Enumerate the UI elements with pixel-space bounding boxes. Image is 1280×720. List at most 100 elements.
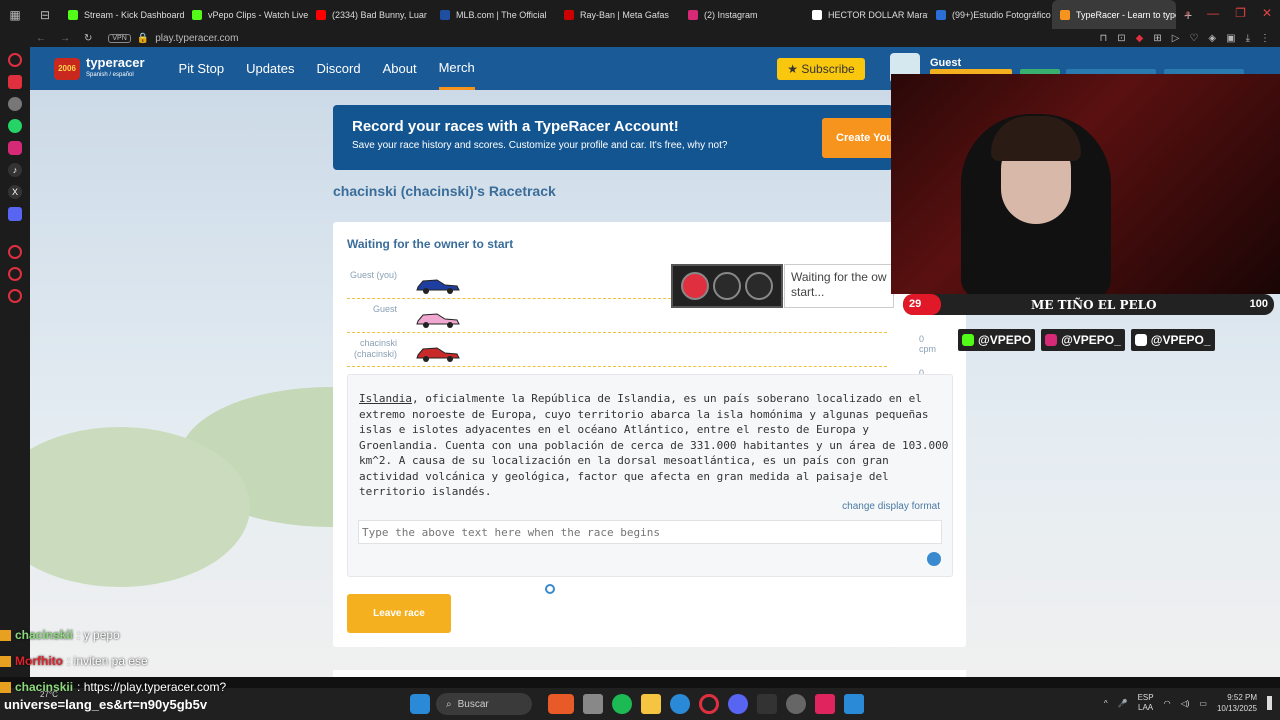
browser-tab[interactable]: (99+)Estudio Fotográfico <box>928 0 1052 29</box>
clock[interactable]: 9:52 PM 10/13/2025 <box>1217 692 1257 714</box>
red-light-icon <box>681 272 709 300</box>
search-tabs-icon[interactable]: ⌕ <box>1184 6 1191 21</box>
tab-favicon-icon <box>1060 9 1070 20</box>
minimize-button[interactable]: — <box>1207 6 1219 21</box>
race-status: Waiting for the owner to start <box>347 237 514 251</box>
notepad-icon[interactable] <box>844 694 864 714</box>
notification-icon[interactable] <box>1267 696 1272 710</box>
opera-icon[interactable] <box>8 53 22 67</box>
tiktok-app-icon[interactable] <box>815 694 835 714</box>
tiktok-handle-text: @VPEPO_ <box>1150 333 1211 347</box>
pinboard-icon[interactable] <box>8 267 22 281</box>
window-menu-icon[interactable]: ▦ <box>0 0 30 29</box>
nav-updates[interactable]: Updates <box>246 47 294 90</box>
play-icon[interactable]: ▷ <box>1172 33 1180 44</box>
close-window-button[interactable]: ✕ <box>1262 6 1272 21</box>
history-icon[interactable] <box>8 245 22 259</box>
tab-title: Stream - Kick Dashboard <box>84 9 184 20</box>
create-account-button[interactable]: Create Your <box>822 118 902 158</box>
discord-icon[interactable] <box>8 207 22 221</box>
forward-button[interactable]: → <box>60 33 70 44</box>
kick-handle-text: @VPEPO <box>978 333 1032 347</box>
aria-icon[interactable] <box>8 75 22 89</box>
app-icon[interactable] <box>757 694 777 714</box>
wallet-icon[interactable]: ▣ <box>1226 33 1235 44</box>
extension-icon[interactable]: ⊞ <box>1153 33 1161 44</box>
windows-start-icon[interactable] <box>410 694 430 714</box>
discord-icon[interactable] <box>728 694 748 714</box>
nav-discord[interactable]: Discord <box>317 47 361 90</box>
tab-list: Stream - Kick Dashboard vPepo Clips - Wat… <box>60 0 1176 29</box>
browser-tab[interactable]: (2334) Bad Bunny, Luar <box>308 0 432 29</box>
chatgpt-icon[interactable] <box>8 97 22 111</box>
tab-title: HECTOR DOLLAR Maraton <box>828 9 928 20</box>
stream-chat: chacinskii: y pepo Morfhito: inviten pa e… <box>0 622 226 700</box>
search-label: Buscar <box>457 698 489 710</box>
browser-tab[interactable]: MLB.com | The Official <box>432 0 556 29</box>
settings-icon[interactable] <box>786 694 806 714</box>
browser-tab[interactable]: (2) Instagram <box>680 0 804 29</box>
menu-icon[interactable]: ⋮ <box>1260 33 1270 44</box>
tray-overflow-icon[interactable]: ^ <box>1104 699 1108 708</box>
goal-bar: 29 ME TIÑO EL PELO 100 <box>903 294 1274 315</box>
battery-icon[interactable]: ▭ <box>1199 699 1207 708</box>
chat-username: chacinskii <box>15 628 74 642</box>
language-code: ESP <box>1137 693 1154 702</box>
language-indicator[interactable]: ESP LAA <box>1138 693 1154 713</box>
nav-merch[interactable]: Merch <box>438 47 475 90</box>
instagram-icon[interactable] <box>8 141 22 155</box>
badge-icon <box>0 629 11 641</box>
light-icon <box>713 272 741 300</box>
tiktok-icon[interactable]: ♪ <box>8 163 22 177</box>
goal-label: ME TIÑO EL PELO <box>1031 298 1157 312</box>
tab-favicon-icon <box>316 9 326 20</box>
taskbar-search[interactable]: ⌕ Buscar <box>436 693 532 715</box>
whatsapp-icon[interactable] <box>8 119 22 133</box>
wifi-icon[interactable]: ◠ <box>1164 699 1171 708</box>
browser-tab[interactable]: TypeRacer - Learn to type✕ <box>1052 0 1176 29</box>
tab-favicon-icon <box>688 9 698 20</box>
download-icon[interactable]: ⤓ <box>1246 33 1250 44</box>
microphone-icon[interactable]: 🎤 <box>1118 699 1128 708</box>
browser-sidebar: ♪ X <box>0 47 30 677</box>
task-view-icon[interactable] <box>583 694 603 714</box>
goal-target: 100 <box>1249 298 1268 310</box>
url-field[interactable]: VPN 🔒 play.typeracer.com <box>108 33 238 44</box>
subscribe-button[interactable]: ★ Subscribe <box>777 58 865 80</box>
browser-tab[interactable]: HECTOR DOLLAR Maraton <box>804 0 928 29</box>
shield-icon[interactable]: ◆ <box>1136 33 1144 44</box>
racer-car-icon <box>415 344 461 362</box>
tab-title: (99+)Estudio Fotográfico <box>952 9 1051 20</box>
pinned-apps <box>548 694 864 714</box>
file-explorer-icon[interactable] <box>641 694 661 714</box>
change-display-format-link[interactable]: change display format <box>842 501 940 512</box>
back-button[interactable]: ← <box>36 33 46 44</box>
maximize-button[interactable]: ❐ <box>1235 6 1246 21</box>
spotify-icon[interactable] <box>612 694 632 714</box>
browser-tab[interactable]: vPepo Clips - Watch Live <box>184 0 308 29</box>
tab-favicon-icon <box>192 9 202 20</box>
bookmark-icon[interactable]: ⊓ <box>1099 33 1107 44</box>
browser-tab[interactable]: Stream - Kick Dashboard <box>60 0 184 29</box>
game-app-icon[interactable] <box>548 694 574 714</box>
chat-url-tail: universe=lang_es&rt=n90y5gb5v <box>4 697 208 712</box>
reload-button[interactable]: ↻ <box>84 33 92 44</box>
x-icon[interactable]: X <box>8 185 22 199</box>
browser-tab[interactable]: Ray-Ban | Meta Gafas <box>556 0 680 29</box>
cube-icon[interactable]: ◈ <box>1208 33 1216 44</box>
screenshot-icon[interactable]: ⊡ <box>1117 33 1125 44</box>
nav-pit-stop[interactable]: Pit Stop <box>179 47 225 90</box>
leave-race-button[interactable]: Leave race <box>347 594 451 633</box>
settings-icon[interactable] <box>8 289 22 303</box>
site-info-icon[interactable]: VPN <box>108 33 131 43</box>
typing-input[interactable] <box>358 520 942 544</box>
edge-icon[interactable] <box>670 694 690 714</box>
tab-actions-icon[interactable]: ⊟ <box>30 0 60 29</box>
heart-icon[interactable]: ♡ <box>1189 33 1198 44</box>
volume-icon[interactable]: ◁) <box>1181 699 1190 708</box>
opera-gx-icon[interactable] <box>699 694 719 714</box>
typeracer-logo[interactable]: 2006 typeracer Spanish / español <box>54 56 145 81</box>
nav-about[interactable]: About <box>383 47 417 90</box>
globe-icon[interactable] <box>927 552 941 566</box>
logo-subtext: Spanish / español <box>86 71 134 78</box>
